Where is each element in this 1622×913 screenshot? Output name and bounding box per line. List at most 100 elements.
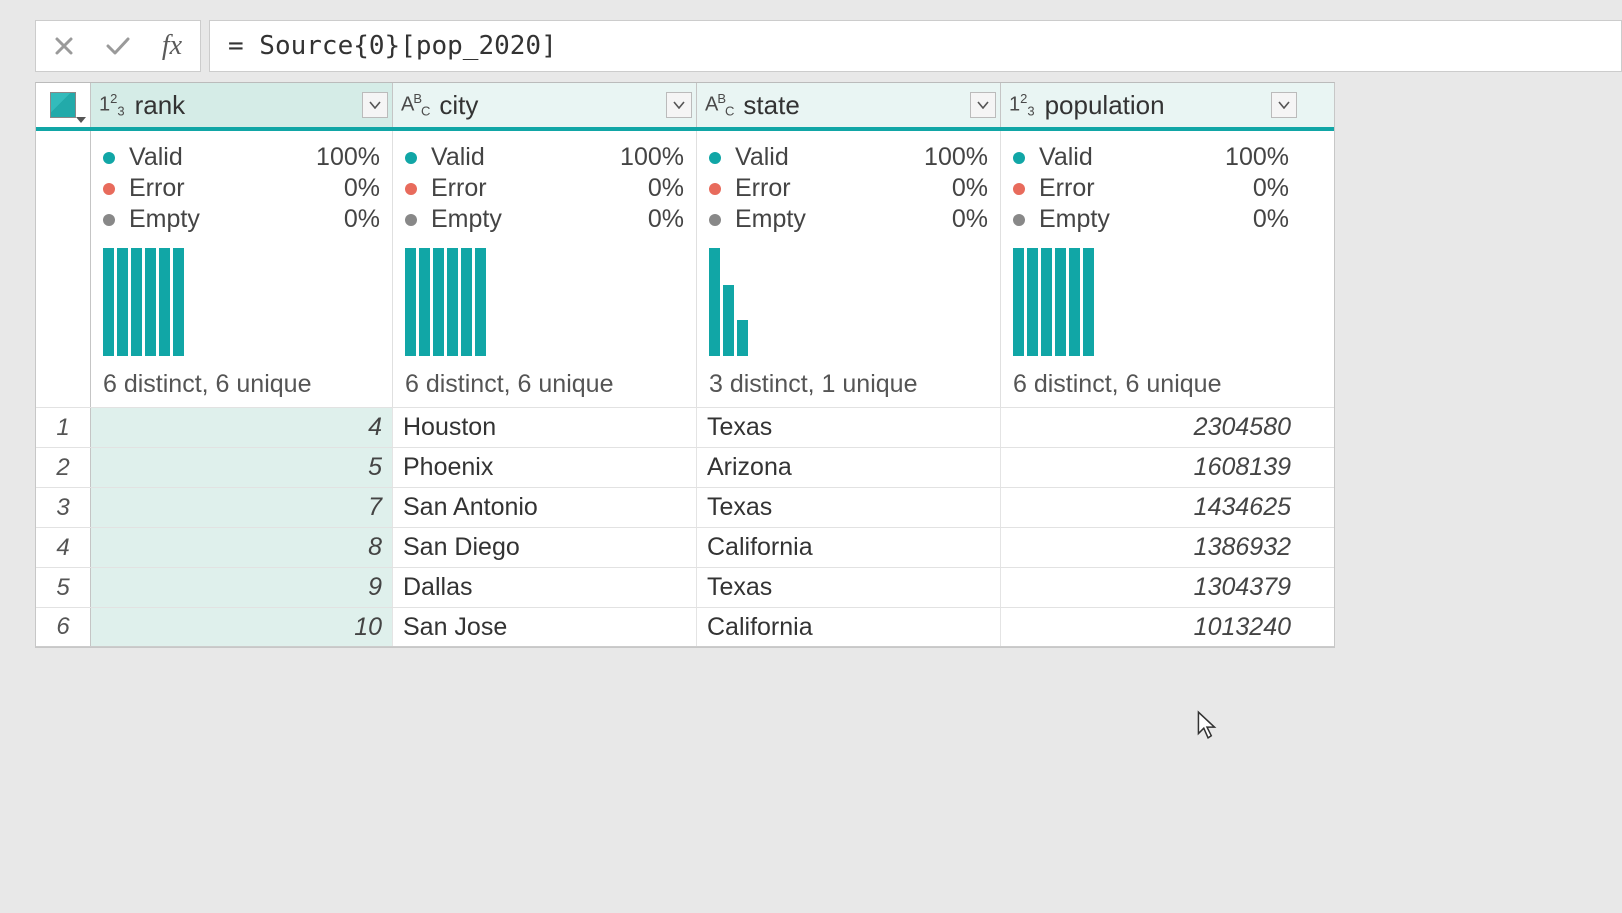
text-type-icon: ABC <box>705 91 733 119</box>
quality-cell-population: Valid100% Error0% Empty0% 6 distinct, 6 … <box>1001 131 1301 407</box>
row-number: 4 <box>36 528 91 567</box>
histogram-bar <box>723 285 734 356</box>
histogram-bar <box>433 248 444 356</box>
histogram-bar <box>419 248 430 356</box>
histogram-bar <box>1027 248 1038 356</box>
data-rows: 14HoustonTexas230458025PhoenixArizona160… <box>36 407 1334 647</box>
cell-state[interactable]: Texas <box>697 408 1001 447</box>
valid-dot-icon <box>103 152 115 164</box>
quality-value: 100% <box>316 143 380 172</box>
empty-dot-icon <box>1013 214 1025 226</box>
histogram-bar <box>159 248 170 356</box>
data-table: 123 rank ABC city ABC state 123 populati… <box>35 82 1335 648</box>
cell-rank[interactable]: 9 <box>91 568 393 607</box>
quality-value: 0% <box>344 174 380 203</box>
histogram-bar <box>1069 248 1080 356</box>
quality-cell-state: Valid100% Error0% Empty0% 3 distinct, 1 … <box>697 131 1001 407</box>
distinct-summary: 3 distinct, 1 unique <box>709 370 988 399</box>
quality-label: Empty <box>735 205 952 234</box>
quality-label: Valid <box>1039 143 1225 172</box>
quality-label: Valid <box>129 143 316 172</box>
number-type-icon: 123 <box>99 91 125 119</box>
formula-input[interactable]: = Source{0}[pop_2020] <box>209 20 1622 72</box>
quality-value: 0% <box>952 174 988 203</box>
column-filter-button[interactable] <box>1271 92 1297 118</box>
quality-value: 0% <box>648 205 684 234</box>
histogram-bar <box>103 248 114 356</box>
column-header-rank[interactable]: 123 rank <box>91 83 393 127</box>
column-filter-button[interactable] <box>362 92 388 118</box>
histogram-bar <box>145 248 156 356</box>
cell-population[interactable]: 1304379 <box>1001 568 1301 607</box>
column-name: rank <box>135 90 362 121</box>
cell-rank[interactable]: 5 <box>91 448 393 487</box>
quality-value: 0% <box>952 205 988 234</box>
column-name: state <box>743 90 970 121</box>
histogram-bar <box>737 320 748 356</box>
table-row[interactable]: 37San AntonioTexas1434625 <box>36 487 1334 527</box>
cell-state[interactable]: Texas <box>697 568 1001 607</box>
cell-rank[interactable]: 10 <box>91 608 393 646</box>
quality-label: Error <box>1039 174 1253 203</box>
cell-city[interactable]: Houston <box>393 408 697 447</box>
row-number: 3 <box>36 488 91 527</box>
quality-label: Empty <box>129 205 344 234</box>
quality-gutter <box>36 131 91 407</box>
cell-state[interactable]: California <box>697 608 1001 646</box>
table-row[interactable]: 610San JoseCalifornia1013240 <box>36 607 1334 647</box>
column-filter-button[interactable] <box>666 92 692 118</box>
cell-population[interactable]: 1608139 <box>1001 448 1301 487</box>
error-dot-icon <box>405 183 417 195</box>
empty-dot-icon <box>709 214 721 226</box>
table-select-icon <box>50 92 76 118</box>
table-row[interactable]: 14HoustonTexas2304580 <box>36 407 1334 447</box>
row-number: 6 <box>36 608 91 646</box>
histogram-bar <box>1055 248 1066 356</box>
column-header-state[interactable]: ABC state <box>697 83 1001 127</box>
quality-value: 0% <box>1253 205 1289 234</box>
table-row[interactable]: 48San DiegoCalifornia1386932 <box>36 527 1334 567</box>
cell-population[interactable]: 1434625 <box>1001 488 1301 527</box>
quality-label: Empty <box>431 205 648 234</box>
cell-population[interactable]: 1386932 <box>1001 528 1301 567</box>
cell-population[interactable]: 1013240 <box>1001 608 1301 646</box>
histogram-bar <box>405 248 416 356</box>
cell-rank[interactable]: 4 <box>91 408 393 447</box>
cell-population[interactable]: 2304580 <box>1001 408 1301 447</box>
cell-city[interactable]: San Jose <box>393 608 697 646</box>
distribution-chart <box>103 248 380 356</box>
chevron-down-icon <box>76 117 86 123</box>
histogram-bar <box>1083 248 1094 356</box>
formula-bar-area: fx = Source{0}[pop_2020] <box>0 0 1622 82</box>
cancel-icon[interactable] <box>48 30 80 62</box>
quality-value: 100% <box>924 143 988 172</box>
column-header-population[interactable]: 123 population <box>1001 83 1301 127</box>
cell-city[interactable]: San Antonio <box>393 488 697 527</box>
column-filter-button[interactable] <box>970 92 996 118</box>
cell-city[interactable]: Dallas <box>393 568 697 607</box>
cell-city[interactable]: San Diego <box>393 528 697 567</box>
cell-state[interactable]: Texas <box>697 488 1001 527</box>
valid-dot-icon <box>405 152 417 164</box>
quality-value: 100% <box>620 143 684 172</box>
histogram-bar <box>447 248 458 356</box>
commit-icon[interactable] <box>102 30 134 62</box>
column-header-city[interactable]: ABC city <box>393 83 697 127</box>
cell-state[interactable]: Arizona <box>697 448 1001 487</box>
cell-rank[interactable]: 7 <box>91 488 393 527</box>
row-number: 5 <box>36 568 91 607</box>
row-number: 2 <box>36 448 91 487</box>
distinct-summary: 6 distinct, 6 unique <box>405 370 684 399</box>
error-dot-icon <box>1013 183 1025 195</box>
table-row[interactable]: 25PhoenixArizona1608139 <box>36 447 1334 487</box>
table-corner-button[interactable] <box>36 83 91 127</box>
column-header-row: 123 rank ABC city ABC state 123 populati… <box>36 83 1334 131</box>
cell-state[interactable]: California <box>697 528 1001 567</box>
cell-city[interactable]: Phoenix <box>393 448 697 487</box>
quality-cell-rank: Valid100% Error0% Empty0% 6 distinct, 6 … <box>91 131 393 407</box>
fx-icon[interactable]: fx <box>156 30 188 62</box>
histogram-bar <box>709 248 720 356</box>
quality-label: Error <box>129 174 344 203</box>
table-row[interactable]: 59DallasTexas1304379 <box>36 567 1334 607</box>
cell-rank[interactable]: 8 <box>91 528 393 567</box>
